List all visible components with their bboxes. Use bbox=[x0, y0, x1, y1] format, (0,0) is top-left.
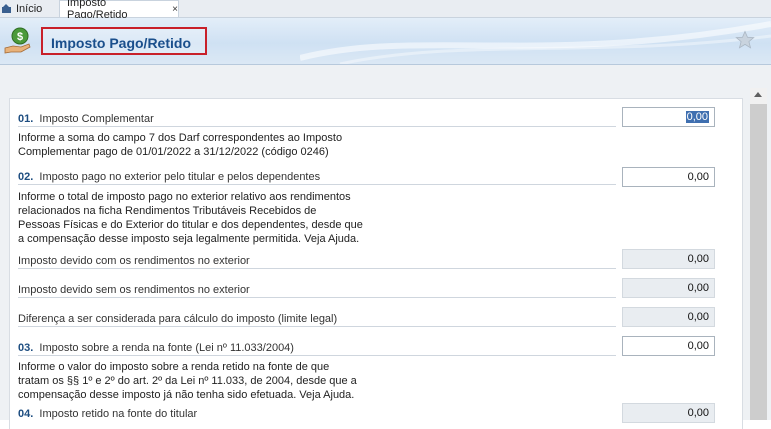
q04-value-field: 0,00 bbox=[622, 403, 715, 423]
sub3-value: 0,00 bbox=[687, 311, 709, 323]
q01-description: Informe a soma do campo 7 dos Darf corre… bbox=[18, 131, 342, 159]
q01-label-row: 01. Imposto Complementar bbox=[18, 113, 154, 125]
vertical-scrollbar[interactable] bbox=[750, 88, 767, 420]
close-icon[interactable]: × bbox=[172, 4, 178, 15]
q01-underline bbox=[18, 126, 616, 127]
q04-label-row: 04. Imposto retido na fonte do titular bbox=[18, 408, 197, 420]
q02-desc-line: Informe o total de imposto pago no exter… bbox=[18, 191, 351, 203]
q01-desc-line: Complementar pago de 01/01/2022 a 31/12/… bbox=[18, 146, 329, 158]
q03-label: Imposto sobre a renda na fonte (Lei nº 1… bbox=[39, 342, 294, 354]
q02-desc-line: a compensação desse imposto seja legalme… bbox=[18, 233, 360, 245]
svg-text:$: $ bbox=[17, 31, 23, 43]
q03-desc-line: tratam os §§ 1º e 2º do art. 2º da Lei n… bbox=[18, 375, 357, 387]
sub2-underline bbox=[18, 297, 616, 298]
q03-underline bbox=[18, 355, 616, 356]
tab-inicio-label: Início bbox=[16, 2, 43, 15]
q01-label: Imposto Complementar bbox=[39, 113, 154, 125]
sub2-value: 0,00 bbox=[687, 282, 709, 294]
q02-description: Informe o total de imposto pago no exter… bbox=[18, 190, 363, 246]
q04-number: 04. bbox=[18, 408, 34, 420]
q03-desc-line: Informe o valor do imposto sobre a renda… bbox=[18, 361, 330, 373]
q02-number: 02. bbox=[18, 171, 34, 183]
tab-inicio[interactable]: Início bbox=[0, 0, 54, 17]
q03-value: 0,00 bbox=[687, 340, 709, 352]
sub3-label: Diferença a ser considerada para cálculo… bbox=[18, 313, 338, 325]
q02-value: 0,00 bbox=[687, 171, 709, 183]
star-icon[interactable] bbox=[735, 30, 755, 50]
page-title: Imposto Pago/Retido bbox=[51, 35, 191, 51]
q01-value-field[interactable]: 0,00 bbox=[622, 107, 715, 127]
sub2-value-field: 0,00 bbox=[622, 278, 715, 298]
q01-desc-line: Informe a soma do campo 7 dos Darf corre… bbox=[18, 132, 343, 144]
q03-desc-line: compensação desse imposto já não tenha s… bbox=[18, 389, 355, 401]
q02-label-row: 02. Imposto pago no exterior pelo titula… bbox=[18, 171, 320, 183]
tab-imposto-pago-retido[interactable]: Imposto Pago/Retido × bbox=[59, 0, 179, 21]
sub1-value-field: 0,00 bbox=[622, 249, 715, 269]
money-hand-icon: $ bbox=[4, 27, 31, 54]
q01-number: 01. bbox=[18, 113, 34, 125]
sub2-label: Imposto devido sem os rendimentos no ext… bbox=[18, 284, 250, 296]
q03-number: 03. bbox=[18, 342, 34, 354]
q02-underline bbox=[18, 184, 616, 185]
q02-desc-line: Pessoas Físicas e do Exterior do titular… bbox=[18, 219, 363, 231]
q03-description: Informe o valor do imposto sobre a renda… bbox=[18, 360, 357, 402]
q03-label-row: 03. Imposto sobre a renda na fonte (Lei … bbox=[18, 342, 294, 354]
sub3-value-field: 0,00 bbox=[622, 307, 715, 327]
sub1-label: Imposto devido com os rendimentos no ext… bbox=[18, 255, 250, 267]
q03-value-field[interactable]: 0,00 bbox=[622, 336, 715, 356]
home-icon bbox=[2, 4, 11, 13]
q02-value-field[interactable]: 0,00 bbox=[622, 167, 715, 187]
sub3-underline bbox=[18, 326, 616, 327]
sub1-value: 0,00 bbox=[687, 253, 709, 265]
q02-label: Imposto pago no exterior pelo titular e … bbox=[39, 171, 321, 183]
q02-desc-line: relacionados na ficha Rendimentos Tribut… bbox=[18, 205, 317, 217]
q04-value: 0,00 bbox=[687, 407, 709, 419]
scroll-thumb[interactable] bbox=[750, 104, 767, 420]
page-header: $ Imposto Pago/Retido bbox=[0, 18, 771, 64]
q01-value: 0,00 bbox=[685, 111, 709, 123]
sub1-underline bbox=[18, 268, 616, 269]
q04-label: Imposto retido na fonte do titular bbox=[39, 408, 198, 420]
scroll-up-arrow-icon[interactable] bbox=[750, 88, 767, 102]
tab-bar: Início Imposto Pago/Retido × bbox=[0, 0, 771, 21]
title-highlight-box: Imposto Pago/Retido bbox=[41, 27, 207, 55]
